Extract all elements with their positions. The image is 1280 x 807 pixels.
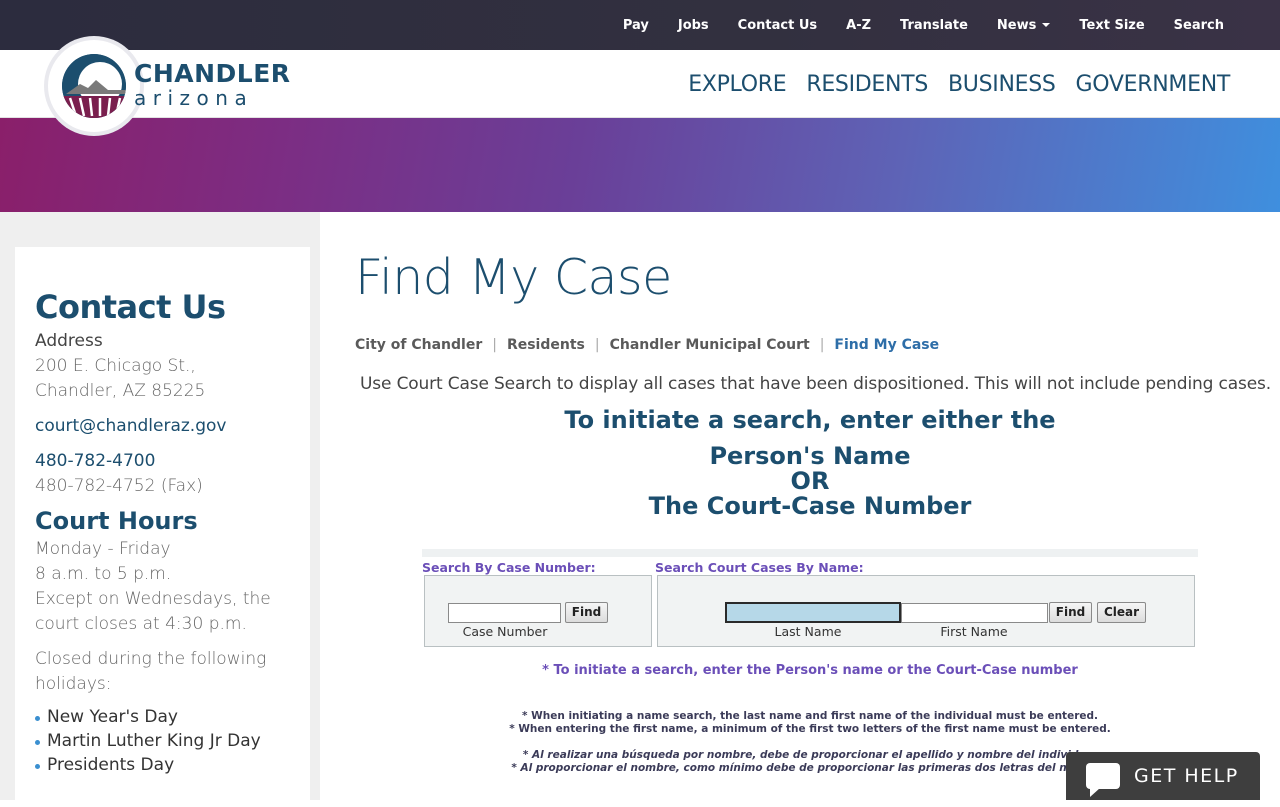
holiday-item: New Year's Day [35, 705, 290, 729]
case-number-input[interactable] [448, 603, 561, 623]
main-header: CHANDLER arizona EXPLORE RESIDENTS BUSIN… [0, 40, 1280, 132]
case-find-button[interactable]: Find [565, 602, 608, 623]
name-find-button[interactable]: Find [1049, 602, 1092, 623]
get-help-label: GET HELP [1134, 765, 1239, 787]
nav-explore[interactable]: EXPLORE [688, 72, 786, 97]
note-en-1: * When initiating a name search, the las… [522, 710, 1098, 722]
headline-line2: Person's Name [709, 442, 911, 470]
breadcrumb-city[interactable]: City of Chandler [355, 337, 482, 353]
breadcrumb: City of Chandler | Residents | Chandler … [355, 337, 939, 353]
case-number-caption: Case Number [462, 624, 548, 639]
case-search-label: Search By Case Number: [422, 560, 596, 575]
last-name-input[interactable] [725, 602, 901, 623]
utility-pay-link[interactable]: Pay [623, 18, 649, 33]
main-nav: EXPLORE RESIDENTS BUSINESS GOVERNMENT [668, 50, 1230, 118]
nav-business[interactable]: BUSINESS [948, 72, 1056, 97]
name-search-box: Find Clear Last Name First Name [657, 575, 1195, 647]
note-en-2: * When entering the first name, a minimu… [509, 723, 1111, 735]
address-label: Address [35, 331, 103, 351]
utility-az-link[interactable]: A-Z [846, 18, 871, 33]
court-hours-heading: Court Hours [35, 507, 198, 535]
city-logo[interactable] [48, 40, 140, 132]
utility-jobs-link[interactable]: Jobs [678, 18, 709, 33]
city-seal-icon [62, 54, 126, 118]
last-name-caption: Last Name [774, 624, 842, 639]
breadcrumb-court[interactable]: Chandler Municipal Court [610, 337, 810, 353]
chat-bubble-icon [1086, 763, 1120, 797]
search-form-topbar [422, 549, 1198, 557]
sidebar-heading: Contact Us [35, 288, 226, 326]
clear-button[interactable]: Clear [1097, 602, 1146, 623]
logo-chandler-text: CHANDLER [134, 59, 291, 88]
holiday-item: Martin Luther King Jr Day [35, 729, 290, 753]
page-title: Find My Case [355, 249, 672, 306]
headline-line3: OR [790, 467, 830, 495]
hours-line1: Monday - Friday [35, 539, 171, 559]
headline-line4: The Court-Case Number [648, 492, 972, 520]
nav-government[interactable]: GOVERNMENT [1076, 72, 1231, 97]
utility-translate-link[interactable]: Translate [900, 18, 968, 33]
fax-number: 480-782-4752 (Fax) [35, 476, 203, 496]
email-link[interactable]: court@chandleraz.gov [35, 414, 290, 439]
intro-text: Use Court Case Search to display all cas… [360, 374, 1271, 394]
sidebar-contact-card: Contact Us Address 200 E. Chicago St., C… [15, 247, 310, 807]
utility-search-link[interactable]: Search [1174, 18, 1224, 33]
address-line1: 200 E. Chicago St., [35, 356, 196, 376]
utility-bar: Pay Jobs Contact Us A-Z Translate News T… [0, 0, 1280, 50]
breadcrumb-separator: | [492, 337, 497, 353]
utility-contact-link[interactable]: Contact Us [738, 18, 817, 33]
phone-link[interactable]: 480-782-4700 [35, 449, 290, 474]
get-help-button[interactable]: GET HELP [1066, 752, 1260, 800]
first-name-input[interactable] [901, 603, 1048, 623]
first-name-caption: First Name [940, 624, 1008, 639]
utility-news-label: News [996, 17, 1037, 33]
hours-line2: 8 a.m. to 5 p.m. [35, 564, 172, 584]
hours-line3: Except on Wednesdays, the [35, 589, 271, 609]
search-instructions: * To initiate a search, enter the Person… [542, 663, 1078, 678]
caret-down-icon [1042, 23, 1051, 27]
breadcrumb-separator: | [819, 337, 825, 353]
utility-textsize-link[interactable]: Text Size [1079, 18, 1144, 33]
logo-arizona-text: arizona [134, 86, 254, 110]
case-search-box: Find Case Number [424, 575, 652, 647]
utility-news-dropdown[interactable]: News [996, 17, 1051, 33]
hero-banner [0, 118, 1280, 212]
holidays-intro-line1: Closed during the following [35, 649, 267, 669]
utility-nav: Pay Jobs Contact Us A-Z Translate News T… [594, 0, 1224, 50]
address-line2: Chandler, AZ 85225 [35, 381, 206, 401]
holiday-list: New Year's Day Martin Luther King Jr Day… [35, 705, 290, 777]
logo-wordmark[interactable]: CHANDLER arizona [134, 59, 291, 110]
nav-residents[interactable]: RESIDENTS [806, 72, 928, 97]
breadcrumb-current[interactable]: Find My Case [834, 337, 939, 353]
seal-graphic-icon [62, 54, 126, 118]
holiday-item: Presidents Day [35, 753, 290, 777]
name-search-label: Search Court Cases By Name: [655, 560, 864, 575]
hours-line4: court closes at 4:30 p.m. [35, 614, 247, 634]
breadcrumb-residents[interactable]: Residents [507, 337, 585, 353]
breadcrumb-separator: | [594, 337, 600, 353]
headline-line1: To initiate a search, enter either the [564, 406, 1056, 434]
holidays-intro-line2: holidays: [35, 674, 112, 694]
